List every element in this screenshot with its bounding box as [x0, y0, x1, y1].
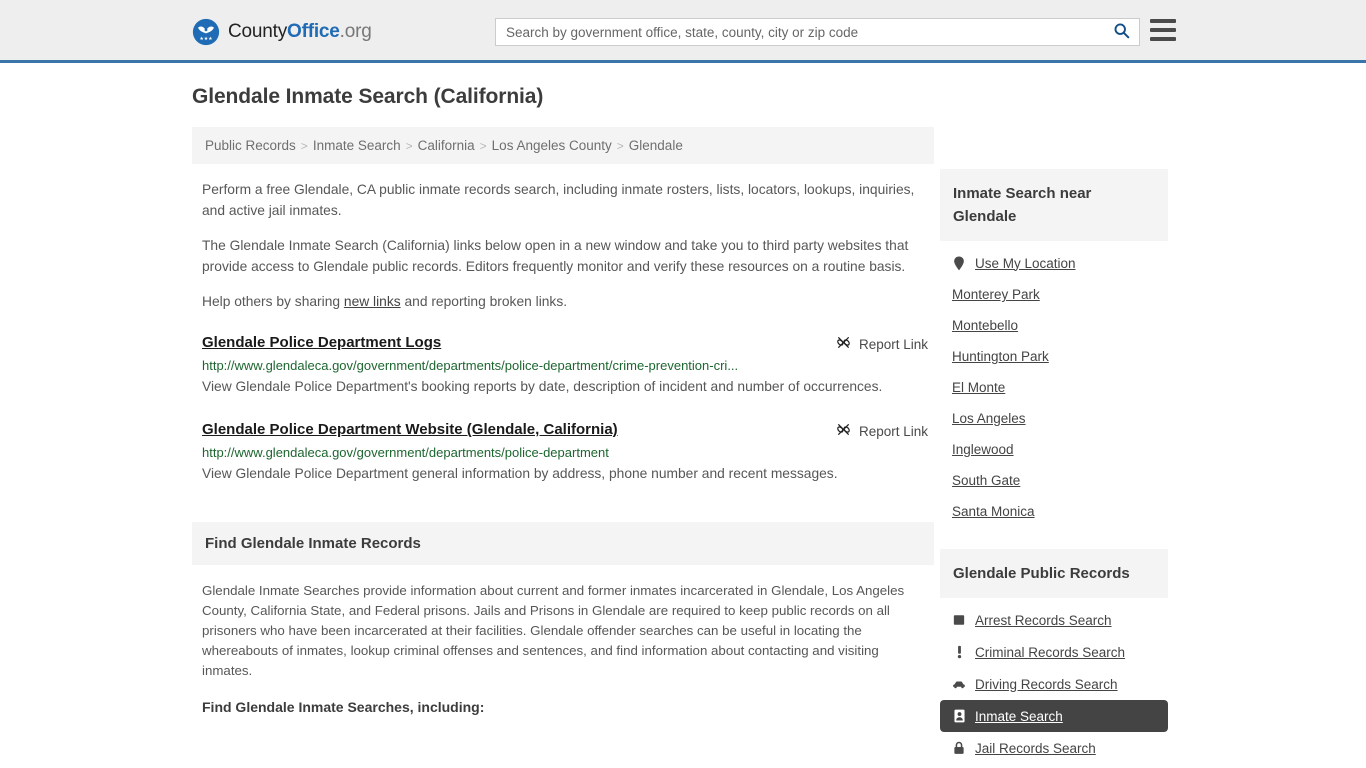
sidebar-item-jail-records[interactable]: Jail Records Search	[940, 732, 1168, 764]
logo-text: CountyOffice.org	[228, 21, 372, 43]
share-suffix: and reporting broken links.	[400, 294, 568, 309]
id-badge-icon	[952, 708, 966, 724]
sidebar-nearby-heading: Inmate Search near Glendale	[940, 169, 1168, 241]
result-item: Glendale Police Department Logs Report L…	[192, 334, 934, 399]
driving-records-search-link[interactable]: Driving Records Search	[975, 677, 1118, 692]
breadcrumb: Public Records > Inmate Search > California >…	[192, 127, 934, 164]
search-icon	[1113, 22, 1130, 42]
hamburger-bar	[1150, 37, 1176, 41]
main-content: Glendale Inmate Search (California) Publ…	[192, 85, 934, 717]
result-title-link[interactable]: Glendale Police Department Logs	[202, 334, 441, 351]
page-body: Glendale Inmate Search (California) Publ…	[0, 63, 1366, 756]
result-url: http://www.glendaleca.gov/government/dep…	[202, 445, 609, 460]
result-description: View Glendale Police Department general …	[202, 466, 838, 481]
city-link-south-gate[interactable]: South Gate	[952, 473, 1020, 488]
sidebar-item-city[interactable]: South Gate	[940, 465, 1168, 496]
result-title-link[interactable]: Glendale Police Department Website (Glen…	[202, 421, 618, 438]
car-icon	[952, 676, 966, 692]
sidebar-item-city[interactable]: Montebello	[940, 310, 1168, 341]
share-paragraph: Help others by sharing new links and rep…	[192, 291, 934, 312]
search-bar[interactable]	[495, 18, 1140, 46]
sidebar-public-records-heading: Glendale Public Records	[940, 549, 1168, 598]
section-subheading: Find Glendale Inmate Searches, including…	[202, 699, 485, 715]
find-records-section: Find Glendale Inmate Records Glendale In…	[192, 522, 934, 717]
breadcrumb-separator: >	[300, 139, 308, 153]
logo-text-county: County	[228, 21, 288, 42]
sidebar: Inmate Search near Glendale Use My Locat…	[940, 169, 1168, 764]
sidebar-nearby-list: Use My Location Monterey Park Montebello…	[940, 247, 1168, 527]
intro-paragraph-2: The Glendale Inmate Search (California) …	[202, 238, 909, 274]
exclamation-icon	[952, 644, 966, 660]
result-url: http://www.glendaleca.gov/government/dep…	[202, 358, 739, 373]
hamburger-bar	[1150, 19, 1176, 23]
sidebar-item-driving-records[interactable]: Driving Records Search	[940, 668, 1168, 700]
breadcrumb-separator: >	[616, 139, 624, 153]
section-heading: Find Glendale Inmate Records	[192, 522, 934, 565]
sidebar-item-criminal-records[interactable]: Criminal Records Search	[940, 636, 1168, 668]
intro-text: Perform a free Glendale, CA public inmat…	[192, 179, 934, 312]
breadcrumb-separator: >	[405, 139, 413, 153]
new-links-link[interactable]: new links	[344, 294, 401, 309]
result-description: View Glendale Police Department's bookin…	[202, 379, 883, 394]
breadcrumb-item-california[interactable]: California	[418, 138, 475, 153]
page-title: Glendale Inmate Search (California)	[192, 85, 544, 108]
city-link-inglewood[interactable]: Inglewood	[952, 442, 1014, 457]
search-input[interactable]	[496, 19, 1103, 45]
sidebar-item-inmate-search[interactable]: Inmate Search	[940, 700, 1168, 732]
section-paragraph: Glendale Inmate Searches provide informa…	[202, 583, 905, 678]
city-link-montebello[interactable]: Montebello	[952, 318, 1018, 333]
sidebar-item-city[interactable]: Santa Monica	[940, 496, 1168, 527]
map-pin-icon	[952, 255, 966, 271]
jail-records-search-link[interactable]: Jail Records Search	[975, 741, 1096, 756]
report-link-button[interactable]: Report Link	[836, 335, 934, 353]
result-header: Glendale Police Department Logs Report L…	[202, 334, 934, 353]
sidebar-item-city[interactable]: El Monte	[940, 372, 1168, 403]
city-link-el-monte[interactable]: El Monte	[952, 380, 1005, 395]
intro-paragraph-1: Perform a free Glendale, CA public inmat…	[202, 182, 915, 218]
eagle-shield-logo-icon	[192, 18, 220, 46]
report-link-label: Report Link	[858, 336, 928, 352]
sidebar-item-city[interactable]: Inglewood	[940, 434, 1168, 465]
city-link-santa-monica[interactable]: Santa Monica	[952, 504, 1035, 519]
logo-text-office: Office	[287, 21, 340, 42]
arrest-records-search-link[interactable]: Arrest Records Search	[975, 613, 1112, 628]
breadcrumb-item-los-angeles-county[interactable]: Los Angeles County	[492, 138, 612, 153]
sidebar-item-city[interactable]: Monterey Park	[940, 279, 1168, 310]
criminal-records-search-link[interactable]: Criminal Records Search	[975, 645, 1125, 660]
share-prefix: Help others by sharing	[202, 294, 344, 309]
sidebar-public-records-list: Arrest Records Search Criminal Records S…	[940, 604, 1168, 764]
result-item: Glendale Police Department Website (Glen…	[192, 421, 934, 486]
section-body: Glendale Inmate Searches provide informa…	[192, 565, 934, 717]
result-header: Glendale Police Department Website (Glen…	[202, 421, 934, 440]
logo-text-org: .org	[339, 21, 372, 42]
city-link-monterey-park[interactable]: Monterey Park	[952, 287, 1040, 302]
breadcrumb-item-glendale[interactable]: Glendale	[629, 138, 683, 153]
site-logo[interactable]: CountyOffice.org	[192, 18, 372, 46]
site-header: CountyOffice.org	[0, 0, 1366, 63]
broken-link-icon	[836, 335, 851, 353]
inmate-search-link[interactable]: Inmate Search	[975, 709, 1063, 724]
breadcrumb-item-public-records[interactable]: Public Records	[205, 138, 296, 153]
padlock-icon	[952, 740, 966, 756]
breadcrumb-item-inmate-search[interactable]: Inmate Search	[313, 138, 401, 153]
sidebar-item-arrest-records[interactable]: Arrest Records Search	[940, 604, 1168, 636]
sidebar-item-city[interactable]: Huntington Park	[940, 341, 1168, 372]
hamburger-menu-icon[interactable]	[1150, 19, 1176, 41]
sidebar-item-use-my-location[interactable]: Use My Location	[940, 247, 1168, 279]
city-link-los-angeles[interactable]: Los Angeles	[952, 411, 1026, 426]
use-my-location-link[interactable]: Use My Location	[975, 256, 1076, 271]
broken-link-icon	[836, 422, 851, 440]
sidebar-item-city[interactable]: Los Angeles	[940, 403, 1168, 434]
report-link-label: Report Link	[858, 423, 928, 439]
fingerprint-square-icon	[952, 612, 966, 628]
search-button[interactable]	[1103, 19, 1139, 45]
hamburger-bar	[1150, 28, 1176, 32]
breadcrumb-separator: >	[479, 139, 487, 153]
city-link-huntington-park[interactable]: Huntington Park	[952, 349, 1049, 364]
report-link-button[interactable]: Report Link	[836, 422, 934, 440]
